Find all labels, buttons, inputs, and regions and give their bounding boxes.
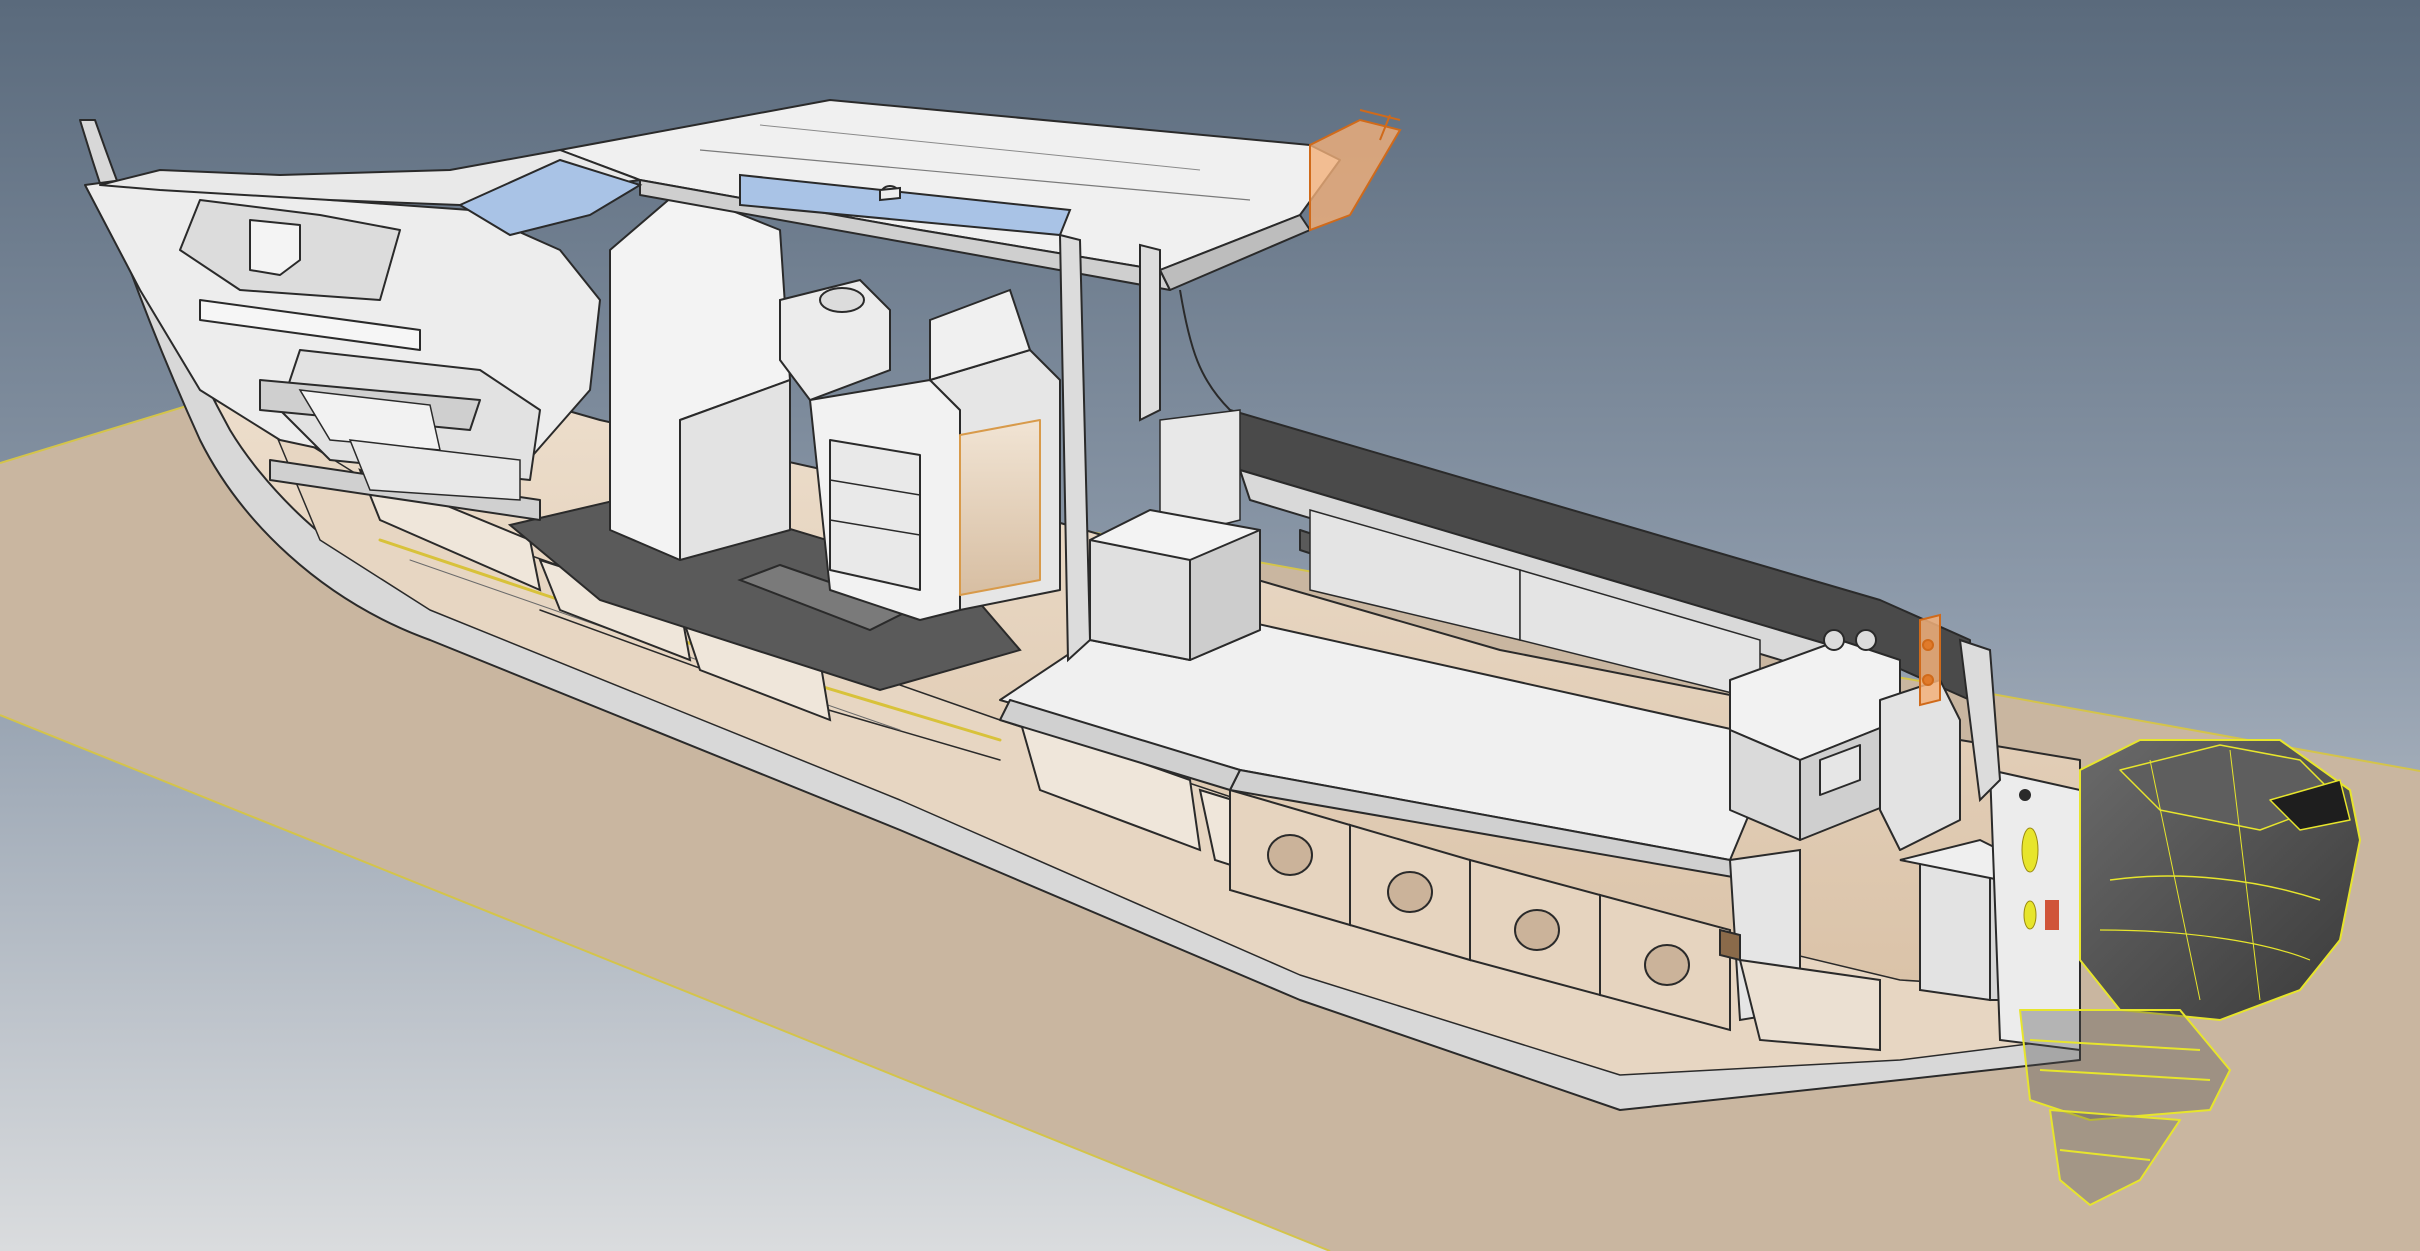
cad-viewport[interactable] — [0, 0, 2420, 1251]
helm-console[interactable] — [1089, 509, 1261, 661]
cabin-bulkhead[interactable] — [609, 189, 791, 561]
boat-cad-model[interactable] — [0, 0, 2420, 1251]
